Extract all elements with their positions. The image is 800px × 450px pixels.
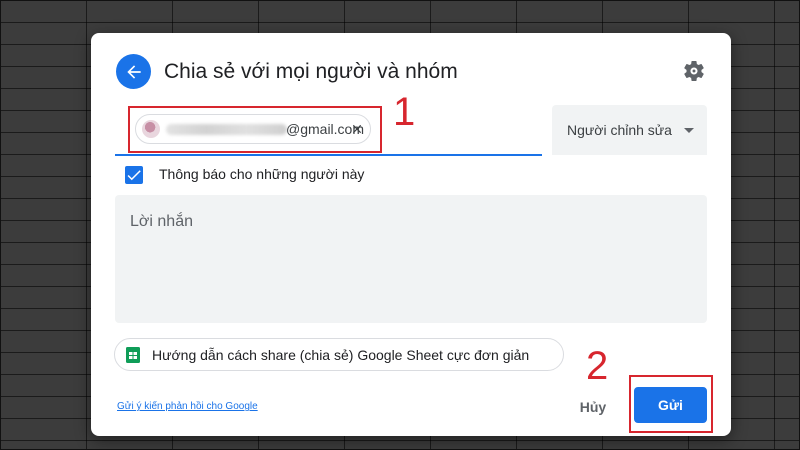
role-selected-value: Người chỉnh sửa	[567, 122, 672, 138]
feedback-link[interactable]: Gửi ý kiến phản hồi cho Google	[117, 401, 258, 412]
notify-checkbox[interactable]	[125, 166, 143, 184]
linked-file-title: Hướng dẫn cách share (chia sẻ) Google Sh…	[152, 347, 530, 363]
google-sheets-icon	[126, 347, 140, 363]
gear-icon[interactable]	[682, 59, 706, 83]
annotation-box-send	[629, 375, 713, 433]
linked-file-chip[interactable]: Hướng dẫn cách share (chia sẻ) Google Sh…	[114, 338, 564, 371]
dialog-title: Chia sẻ với mọi người và nhóm	[164, 60, 458, 83]
cancel-button[interactable]: Hủy	[569, 391, 617, 423]
back-button[interactable]	[116, 54, 151, 89]
arrow-left-icon	[126, 64, 141, 79]
message-placeholder: Lời nhắn	[130, 213, 193, 230]
annotation-step-2: 2	[586, 344, 609, 388]
checkmark-icon	[127, 170, 141, 181]
message-textarea[interactable]: Lời nhắn	[115, 195, 707, 323]
caret-down-icon	[684, 128, 694, 133]
role-dropdown[interactable]: Người chỉnh sửa	[552, 105, 707, 155]
annotation-box-recipient	[128, 106, 382, 153]
annotation-step-1: 1	[393, 90, 416, 134]
notify-label: Thông báo cho những người này	[159, 166, 365, 182]
